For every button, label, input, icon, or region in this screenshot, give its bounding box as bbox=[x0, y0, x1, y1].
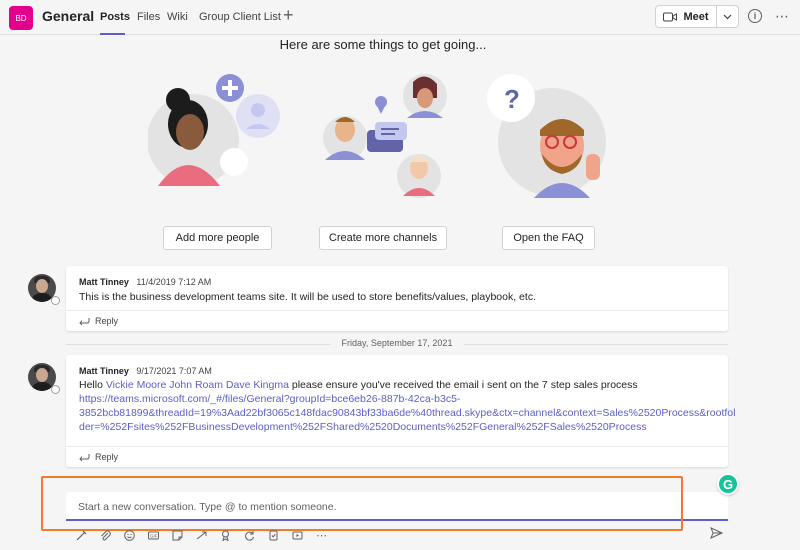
add-people-illustration bbox=[148, 74, 280, 186]
date-separator: Friday, September 17, 2021 bbox=[66, 338, 728, 350]
meet-now-icon[interactable] bbox=[196, 530, 207, 541]
meet-button[interactable]: Meet bbox=[655, 5, 739, 28]
sticker-icon[interactable] bbox=[172, 530, 183, 541]
tab-group-client-list[interactable]: Group Client List bbox=[199, 11, 281, 23]
link-line[interactable]: https://teams.microsoft.com/_#/files/Gen… bbox=[79, 392, 727, 406]
compose-toolbar: GIF ⋯ bbox=[76, 526, 327, 544]
mention-dave-kingma[interactable]: Dave Kingma bbox=[226, 379, 289, 391]
gif-icon[interactable]: GIF bbox=[148, 530, 159, 541]
meet-options-button[interactable] bbox=[717, 14, 738, 20]
create-channels-illustration bbox=[323, 74, 447, 198]
new-conversation-input[interactable]: Start a new conversation. Type @ to ment… bbox=[66, 492, 728, 521]
chevron-down-icon bbox=[723, 14, 732, 19]
reply-button[interactable]: Reply bbox=[79, 316, 118, 326]
praise-icon[interactable] bbox=[220, 530, 231, 541]
create-more-channels-button[interactable]: Create more channels bbox=[319, 226, 447, 250]
emoji-icon[interactable] bbox=[124, 529, 135, 541]
reply-arrow-icon bbox=[79, 454, 90, 461]
open-faq-button[interactable]: Open the FAQ bbox=[502, 226, 595, 250]
mention-vickie-moore[interactable]: Vickie Moore bbox=[106, 379, 167, 391]
message-timestamp: 11/4/2019 7:12 AM bbox=[136, 277, 212, 287]
tab-wiki[interactable]: Wiki bbox=[167, 11, 188, 23]
channel-header: BD General Posts Files Wiki Group Client… bbox=[0, 0, 800, 35]
add-tab-icon[interactable]: + bbox=[283, 5, 294, 26]
reply-row[interactable]: Reply bbox=[66, 310, 728, 334]
video-camera-icon bbox=[663, 12, 678, 21]
reply-arrow-icon bbox=[79, 318, 90, 325]
team-avatar[interactable]: BD bbox=[9, 6, 33, 30]
meet-label: Meet bbox=[683, 10, 709, 23]
message-author[interactable]: Matt Tinney bbox=[79, 277, 129, 287]
message-card[interactable]: Matt Tinney 9/17/2021 7:07 AM Hello Vick… bbox=[66, 355, 735, 467]
more-options-icon[interactable]: ⋯ bbox=[316, 530, 327, 542]
channel-name: General bbox=[42, 8, 95, 24]
link-line[interactable]: 3852bcb81899&threadId=19%3Aad22bf3065c14… bbox=[79, 406, 735, 420]
send-icon[interactable] bbox=[710, 527, 723, 539]
message-author[interactable]: Matt Tinney bbox=[79, 366, 129, 376]
stream-icon[interactable] bbox=[292, 530, 303, 541]
info-icon[interactable]: i bbox=[748, 9, 762, 23]
svg-text:GIF: GIF bbox=[150, 533, 158, 538]
presence-status-icon bbox=[51, 385, 60, 394]
link-line[interactable]: der=%252Fsites%252FBusinessDevelopment%2… bbox=[79, 420, 727, 434]
sharepoint-link[interactable]: https://teams.microsoft.com/_#/files/Gen… bbox=[79, 392, 735, 434]
loop-icon[interactable] bbox=[244, 530, 255, 541]
format-icon[interactable] bbox=[76, 530, 87, 541]
reply-label: Reply bbox=[95, 316, 119, 326]
message-card[interactable]: Matt Tinney 11/4/2019 7:12 AM This is th… bbox=[66, 266, 728, 331]
attach-icon[interactable] bbox=[100, 529, 111, 541]
tab-posts[interactable]: Posts bbox=[100, 11, 130, 23]
faq-illustration: ? bbox=[487, 74, 606, 198]
svg-text:?: ? bbox=[504, 84, 520, 114]
message-greeting: Hello bbox=[79, 379, 103, 391]
message-body: This is the business development teams s… bbox=[79, 291, 536, 303]
message-body-text: please ensure you've received the email … bbox=[291, 379, 638, 391]
reply-button[interactable]: Reply bbox=[79, 452, 118, 462]
mention-john-roam[interactable]: John Roam bbox=[169, 379, 223, 391]
presence-status-icon bbox=[51, 296, 60, 305]
grammarly-icon[interactable]: G bbox=[717, 473, 739, 495]
reply-row[interactable]: Reply bbox=[66, 446, 728, 467]
reply-label: Reply bbox=[95, 452, 119, 462]
tab-files[interactable]: Files bbox=[137, 11, 160, 23]
active-tab-indicator bbox=[100, 33, 125, 35]
meet-now-button[interactable]: Meet bbox=[656, 11, 716, 23]
message-body: Hello Vickie Moore John Roam Dave Kingma… bbox=[79, 378, 719, 392]
message-meta: Matt Tinney 11/4/2019 7:12 AM bbox=[79, 277, 211, 287]
get-going-heading: Here are some things to get going... bbox=[279, 37, 487, 52]
message-timestamp: 9/17/2021 7:07 AM bbox=[136, 366, 212, 376]
message-meta: Matt Tinney 9/17/2021 7:07 AM bbox=[79, 366, 212, 376]
date-separator-label: Friday, September 17, 2021 bbox=[341, 338, 453, 348]
compose-placeholder: Start a new conversation. Type @ to ment… bbox=[78, 501, 337, 513]
more-options-icon[interactable]: ⋯ bbox=[775, 8, 790, 25]
approvals-icon[interactable] bbox=[268, 530, 279, 541]
add-more-people-button[interactable]: Add more people bbox=[163, 226, 272, 250]
